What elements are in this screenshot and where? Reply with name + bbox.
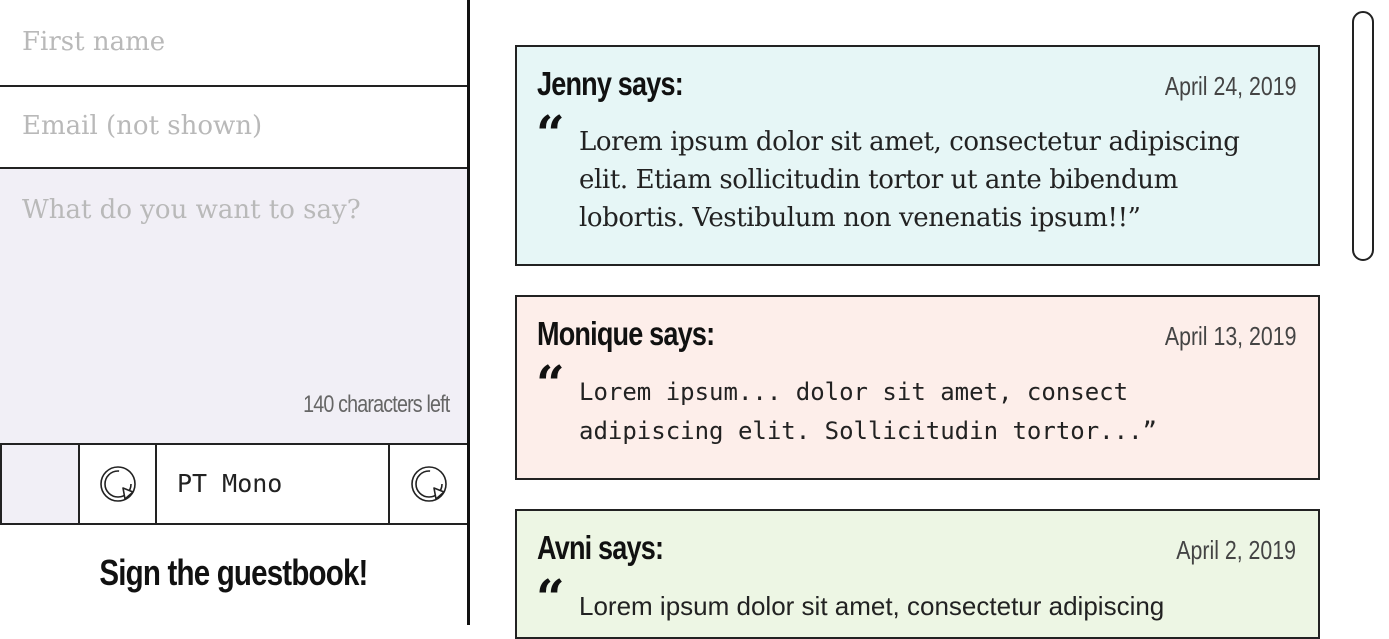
refresh-icon — [410, 466, 447, 502]
guestbook-form: First name Email (not shown) What do you… — [0, 0, 470, 625]
scrollbar-thumb[interactable] — [1352, 11, 1374, 261]
character-counter: 140 characters left — [302, 391, 450, 418]
entry-author: Avni says: — [537, 529, 664, 566]
color-swatch-button[interactable] — [0, 445, 80, 523]
message-placeholder: What do you want to say? — [22, 195, 361, 225]
submit-button[interactable]: Sign the guestbook! — [0, 527, 467, 625]
entry-author: Jenny says: — [537, 65, 684, 102]
font-name: PT Mono — [177, 469, 283, 498]
guestbook-entry: Monique says: April 13, 2019 “ Lorem ips… — [515, 295, 1320, 480]
quote-icon: “ — [536, 104, 565, 163]
entry-message: Lorem ipsum dolor sit amet, consectetur … — [579, 127, 1240, 233]
entry-date: April 2, 2019 — [1176, 535, 1296, 565]
entry-message: Lorem ipsum dolor sit amet, consectetur … — [579, 591, 1165, 621]
guestbook-entry: Jenny says: April 24, 2019 “ Lorem ipsum… — [515, 45, 1320, 266]
email-input[interactable]: Email (not shown) — [0, 87, 467, 169]
message-textarea[interactable]: What do you want to say? 140 characters … — [0, 169, 467, 445]
entry-message: Lorem ipsum... dolor sit amet, consect a… — [579, 378, 1157, 445]
font-selector[interactable]: PT Mono — [157, 445, 390, 523]
entry-date: April 24, 2019 — [1164, 71, 1296, 101]
entry-author: Monique says: — [537, 315, 715, 352]
style-controls: PT Mono — [0, 445, 467, 525]
entry-date: April 13, 2019 — [1164, 321, 1296, 351]
guestbook-entry: Avni says: April 2, 2019 “ Lorem ipsum d… — [515, 509, 1320, 639]
quote-icon: “ — [536, 568, 565, 627]
shuffle-color-button[interactable] — [80, 445, 157, 523]
first-name-input[interactable]: First name — [0, 0, 467, 87]
shuffle-font-button[interactable] — [390, 445, 467, 523]
quote-icon: “ — [536, 354, 565, 413]
refresh-icon — [99, 466, 136, 502]
submit-label: Sign the guestbook! — [99, 552, 368, 593]
